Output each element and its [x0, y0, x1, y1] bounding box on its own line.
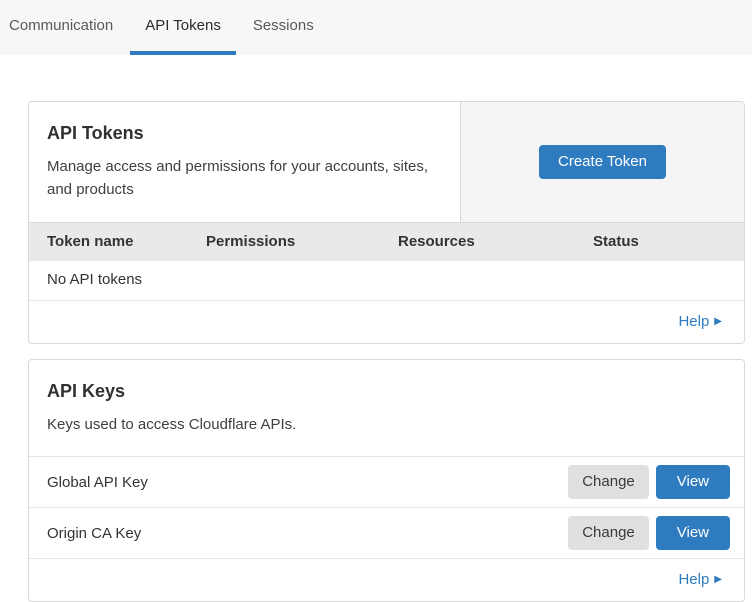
help-link-label: Help [678, 312, 709, 332]
view-global-api-key-button[interactable]: View [656, 465, 730, 499]
key-name-label: Global API Key [47, 474, 568, 491]
arrow-right-icon: ▶ [714, 317, 722, 327]
key-row-global-api-key: Global API Key Change View [29, 457, 744, 508]
tokens-empty-row: No API tokens [29, 261, 744, 301]
tab-communication[interactable]: Communication [1, 0, 128, 55]
tab-api-tokens[interactable]: API Tokens [130, 0, 236, 55]
tokens-table-header: Token name Permissions Resources Status [29, 222, 744, 261]
column-header-token-name: Token name [47, 232, 206, 252]
view-origin-ca-key-button[interactable]: View [656, 516, 730, 550]
api-tokens-card-header: API Tokens Manage access and permissions… [29, 102, 744, 222]
api-keys-help-link[interactable]: Help ▶ [678, 570, 722, 590]
key-name-label: Origin CA Key [47, 525, 568, 542]
change-global-api-key-button[interactable]: Change [568, 465, 649, 499]
column-header-resources: Resources [398, 232, 593, 252]
change-origin-ca-key-button[interactable]: Change [568, 516, 649, 550]
api-tokens-title: API Tokens [47, 121, 436, 145]
create-token-button[interactable]: Create Token [539, 145, 666, 179]
tab-sessions[interactable]: Sessions [238, 0, 329, 55]
api-tokens-action-panel: Create Token [460, 102, 744, 222]
api-tokens-help-row: Help ▶ [29, 301, 744, 343]
api-keys-description: Keys used to access Cloudflare APIs. [47, 413, 726, 436]
api-tokens-description: Manage access and permissions for your a… [47, 155, 436, 201]
api-tokens-card-header-text: API Tokens Manage access and permissions… [29, 102, 460, 222]
api-keys-card: API Keys Keys used to access Cloudflare … [28, 359, 745, 602]
key-row-origin-ca-key: Origin CA Key Change View [29, 508, 744, 559]
main-content: API Tokens Manage access and permissions… [28, 101, 745, 602]
column-header-status: Status [593, 232, 744, 252]
api-tokens-card: API Tokens Manage access and permissions… [28, 101, 745, 344]
column-header-permissions: Permissions [206, 232, 398, 252]
api-keys-title: API Keys [47, 379, 726, 403]
arrow-right-icon: ▶ [714, 575, 722, 585]
api-keys-card-header: API Keys Keys used to access Cloudflare … [29, 360, 744, 457]
api-keys-help-row: Help ▶ [29, 559, 744, 601]
api-tokens-help-link[interactable]: Help ▶ [678, 312, 722, 332]
settings-tab-bar: Communication API Tokens Sessions [0, 0, 752, 55]
help-link-label: Help [678, 570, 709, 590]
